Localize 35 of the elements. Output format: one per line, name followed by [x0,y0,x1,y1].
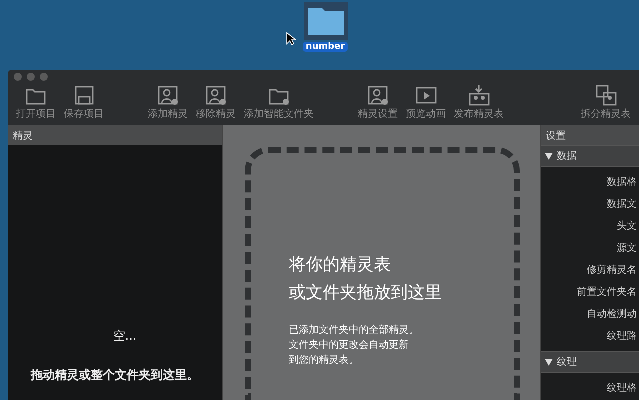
toolbar-button[interactable]: 添加精灵 [146,84,190,121]
section-header[interactable]: 纹理 [541,351,639,373]
drop-zone[interactable]: 将你的精灵表 或文件夹拖放到这里 已添加文件夹中的全部精灵。 文件夹中的更改会自动更新 到您的精灵表。 [245,147,520,400]
setting-label: 纹理路 [607,330,637,343]
setting-label: 自动检测动 [587,308,637,321]
setting-label: 前置文件夹名 [577,286,637,299]
panel-title: 设置 [541,125,639,145]
person-icon [157,84,179,106]
cursor-icon [286,32,296,46]
empty-text: 空... [113,328,137,345]
download-arrow-icon [468,84,490,106]
drop-heading: 将你的精灵表 或文件夹拖放到这里 [289,254,443,305]
setting-label: 数据文 [607,198,637,211]
toolbar-button[interactable]: 精灵设置 [356,84,400,121]
toolbar-button[interactable]: 预览动画 [404,84,448,121]
setting-label: 修剪精灵名 [587,264,637,277]
setting-label: 纹理格 [607,382,637,395]
panel-title: 精灵 [8,125,222,145]
setting-label: 数据格 [607,176,637,189]
toolbar-button[interactable]: 保存项目 [62,84,106,121]
section-header[interactable]: 数据 [541,145,639,167]
folder-icon[interactable] [304,2,348,40]
person-icon [205,84,227,106]
setting-label: 头文 [617,220,637,233]
setting-label: 源文 [617,242,637,255]
person-icon [367,84,389,106]
overlapping-frames-icon [595,84,617,106]
hint-text: 拖动精灵或整个文件夹到这里。 [31,367,199,384]
toolbar-button[interactable]: 拆分精灵表 [579,84,633,121]
toolbar-button[interactable]: 发布精灵表 [452,84,506,121]
drop-description: 已添加文件夹中的全部精灵。 文件夹中的更改会自动更新 到您的精灵表。 [289,324,420,368]
toolbar-button[interactable]: 添加智能文件夹 [242,84,316,121]
toolbar-button[interactable]: 打开项目 [14,84,58,121]
toolbar-button[interactable]: 移除精灵 [194,84,238,121]
folder-label[interactable]: number [302,42,348,52]
